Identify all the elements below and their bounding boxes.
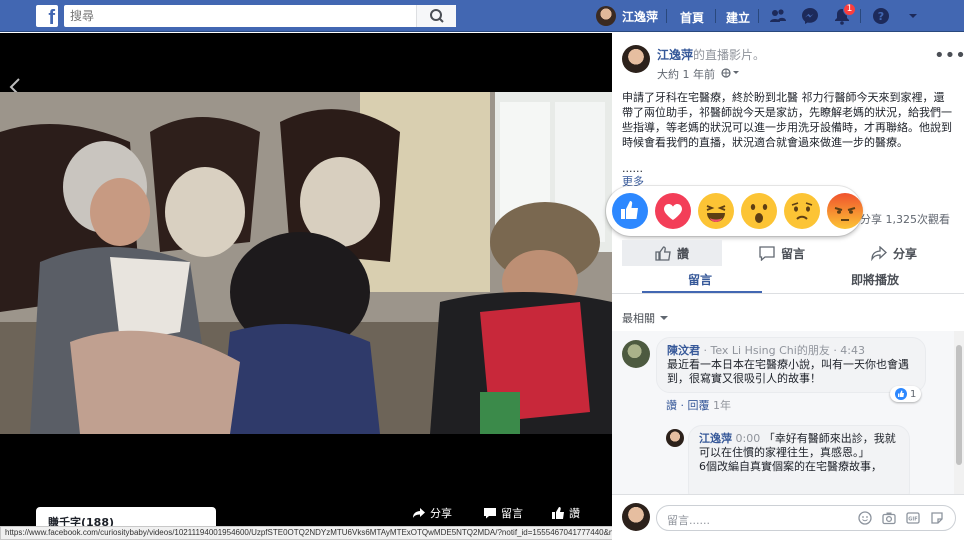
help-icon[interactable]: ?: [872, 7, 890, 25]
post-timestamp[interactable]: 大約 1 年前: [657, 66, 741, 82]
comment-placeholder: 留言......: [667, 514, 710, 527]
profile-link[interactable]: 江逸萍: [596, 5, 658, 27]
avatar[interactable]: [622, 340, 650, 368]
avatar: [596, 6, 616, 26]
notification-badge: 1: [843, 3, 856, 16]
active-tab-indicator: [642, 291, 762, 293]
avatar[interactable]: [622, 45, 650, 73]
post-body: 申請了牙科在宅醫療，終於盼到北醫 祁力行醫師今天來到家裡，還帶了兩位助手，祁醫師…: [622, 91, 952, 149]
share-label: 分享: [892, 246, 917, 261]
post-author-line: 江逸萍的直播影片。: [657, 46, 765, 63]
svg-text:?: ?: [878, 10, 884, 23]
like-outline-icon: [655, 245, 671, 261]
search-button[interactable]: [416, 5, 456, 27]
like-label: 讚: [676, 246, 689, 261]
home-link[interactable]: 首頁: [680, 9, 704, 26]
profile-name: 江逸萍: [622, 9, 659, 24]
reaction-picker: [606, 186, 863, 236]
comment-composer: 留言...... GIF: [612, 494, 964, 540]
comment-icon: [484, 508, 496, 519]
tab-comments[interactable]: 留言: [688, 271, 712, 288]
post-author-link[interactable]: 江逸萍: [657, 48, 693, 62]
reaction-love-icon[interactable]: [655, 193, 691, 229]
sticker-icon[interactable]: [930, 511, 944, 525]
share-outline-icon: [871, 245, 887, 261]
search-box: [64, 5, 456, 27]
comment-sort-dropdown[interactable]: 最相關: [622, 310, 669, 326]
like-badge-icon: [895, 388, 907, 400]
gif-icon[interactable]: GIF: [906, 511, 920, 525]
comment-label: 留言: [780, 246, 805, 261]
top-navigation-bar: f 江逸萍 首頁 建立 1 ?: [0, 0, 964, 32]
caret-down-icon: [659, 316, 668, 320]
video-share-label: 分享: [430, 507, 452, 520]
post-author-suffix: 的直播影片: [693, 48, 754, 62]
composer-tools: GIF: [858, 511, 944, 525]
share-icon: [413, 508, 425, 518]
svg-text:GIF: GIF: [908, 517, 917, 523]
search-icon: [430, 9, 444, 23]
divider: [860, 9, 861, 23]
divider: [666, 9, 667, 23]
comments-scrollbar[interactable]: [954, 331, 964, 494]
comment-age: 1年: [713, 399, 731, 412]
friend-requests-icon[interactable]: [769, 7, 787, 25]
comment-outline-icon: [759, 245, 775, 261]
post-panel: 江逸萍的直播影片。 大約 1 年前 ••• 申請了牙科在宅醫療，終於盼到北醫 祁…: [606, 33, 964, 540]
video-frame-image: [0, 92, 612, 434]
like-icon: [552, 507, 564, 519]
video-frame[interactable]: [0, 92, 612, 434]
post-author-dot: 。: [753, 48, 766, 62]
scrollbar-thumb[interactable]: [956, 345, 962, 465]
video-share-button[interactable]: 分享: [412, 505, 452, 521]
reaction-wow-icon[interactable]: [741, 193, 777, 229]
comment-reply-link[interactable]: 回覆: [688, 399, 710, 412]
avatar: [622, 503, 650, 531]
video-like-label: 讚: [569, 507, 580, 520]
search-input[interactable]: [64, 5, 414, 27]
chevron-down-icon[interactable]: [904, 7, 922, 25]
reply-text-2: 6個改編自真實個案的在宅醫療故事，: [699, 460, 882, 473]
post-stats[interactable]: 分享 1,325次觀看: [860, 211, 950, 227]
video-comment-label: 留言: [501, 507, 523, 520]
globe-icon: [720, 68, 739, 78]
post-actions: 讚 留言 分享: [622, 240, 954, 266]
more-options-icon[interactable]: •••: [934, 45, 964, 66]
reply-author[interactable]: 江逸萍: [699, 432, 732, 445]
comment-bubble: 陳汶君 · Tex Li Hsing Chi的朋友 · 4:43 最近看一本日本…: [656, 337, 926, 393]
avatar[interactable]: [666, 429, 684, 447]
reaction-angry-icon[interactable]: [827, 193, 863, 229]
comment-like-count[interactable]: 1: [890, 386, 922, 402]
panel-tabs: 留言 即將播放: [612, 270, 964, 294]
facebook-logo-icon[interactable]: f: [36, 5, 58, 27]
reaction-like-icon[interactable]: [612, 193, 648, 229]
messenger-icon[interactable]: [801, 7, 819, 25]
comments-list: 陳汶君 · Tex Li Hsing Chi的朋友 · 4:43 最近看一本日本…: [612, 331, 964, 494]
reply-bubble: 江逸萍 0:00 「幸好有醫師來出診，我就可以在住慣的家裡往生，真感恩。」 6個…: [688, 425, 910, 494]
comment-actions: 讚 · 回覆 1年: [666, 399, 731, 412]
comment-sort-label: 最相關: [622, 312, 655, 325]
reaction-haha-icon[interactable]: [698, 193, 734, 229]
comment-text: 最近看一本日本在宅醫療小說，叫有一天你也會遇到，很寫實又很吸引人的故事！: [667, 358, 909, 385]
comment-button[interactable]: 留言: [732, 240, 832, 266]
emoji-icon[interactable]: [858, 511, 872, 525]
comment-author[interactable]: 陳汶君: [667, 344, 700, 357]
create-link[interactable]: 建立: [726, 9, 750, 26]
divider: [715, 9, 716, 23]
comment-meta: · Tex Li Hsing Chi的朋友 · 4:43: [703, 344, 866, 357]
reply-timestamp-link[interactable]: 0:00: [736, 432, 761, 445]
comment-like-number: 1: [910, 388, 917, 400]
comment-like-link[interactable]: 讚: [666, 399, 677, 412]
video-comment-button[interactable]: 留言: [483, 505, 523, 521]
camera-icon[interactable]: [882, 511, 896, 525]
video-like-button[interactable]: 讚: [551, 505, 580, 521]
like-button[interactable]: 讚: [622, 240, 722, 266]
divider: [758, 9, 759, 23]
tab-up-next[interactable]: 即將播放: [851, 271, 899, 288]
reaction-sad-icon[interactable]: [784, 193, 820, 229]
share-button[interactable]: 分享: [844, 240, 944, 266]
post-time-text: 大約 1 年前: [657, 68, 715, 81]
